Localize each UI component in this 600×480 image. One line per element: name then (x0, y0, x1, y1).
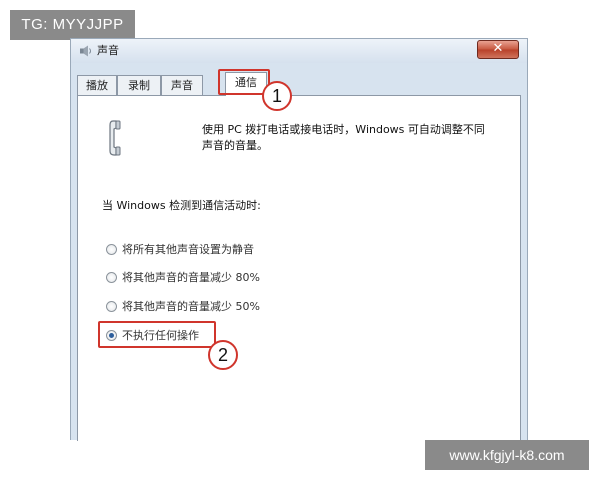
radio-reduce-50[interactable] (106, 301, 117, 312)
description-line-2: 声音的音量。 (202, 139, 268, 152)
phone-icon (109, 120, 121, 156)
detection-label: 当 Windows 检测到通信活动时: (102, 199, 261, 212)
option-highlight-box (98, 321, 216, 348)
close-icon: ✕ (492, 41, 504, 56)
watermark-top-left: TG: MYYJJPP (10, 10, 135, 40)
option-label: 将所有其他声音设置为静音 (122, 243, 254, 256)
callout-1: 1 (262, 81, 292, 111)
sound-dialog: 声音 ✕ 播放 录制 声音 通信 使用 PC 拨打电话或接电话时，Windows… (70, 38, 528, 441)
watermark-bottom-right: www.kfgjyl-k8.com (425, 440, 589, 470)
title-bar: 声音 ✕ (71, 39, 527, 63)
tab-recording[interactable]: 录制 (117, 75, 161, 95)
window-title: 声音 (97, 44, 119, 57)
option-label: 将其他声音的音量减少 80% (122, 271, 260, 284)
tab-playback[interactable]: 播放 (77, 75, 117, 95)
speaker-icon (80, 45, 91, 57)
radio-reduce-80[interactable] (106, 272, 117, 283)
callout-2: 2 (208, 340, 238, 370)
radio-mute-all[interactable] (106, 244, 117, 255)
communications-panel: 使用 PC 拨打电话或接电话时，Windows 可自动调整不同 声音的音量。 当… (77, 95, 521, 441)
description-line-1: 使用 PC 拨打电话或接电话时，Windows 可自动调整不同 (202, 123, 485, 136)
close-button[interactable]: ✕ (477, 40, 519, 59)
option-label: 将其他声音的音量减少 50% (122, 300, 260, 313)
communications-description: 使用 PC 拨打电话或接电话时，Windows 可自动调整不同 声音的音量。 (202, 122, 502, 154)
tab-sounds[interactable]: 声音 (161, 75, 203, 95)
